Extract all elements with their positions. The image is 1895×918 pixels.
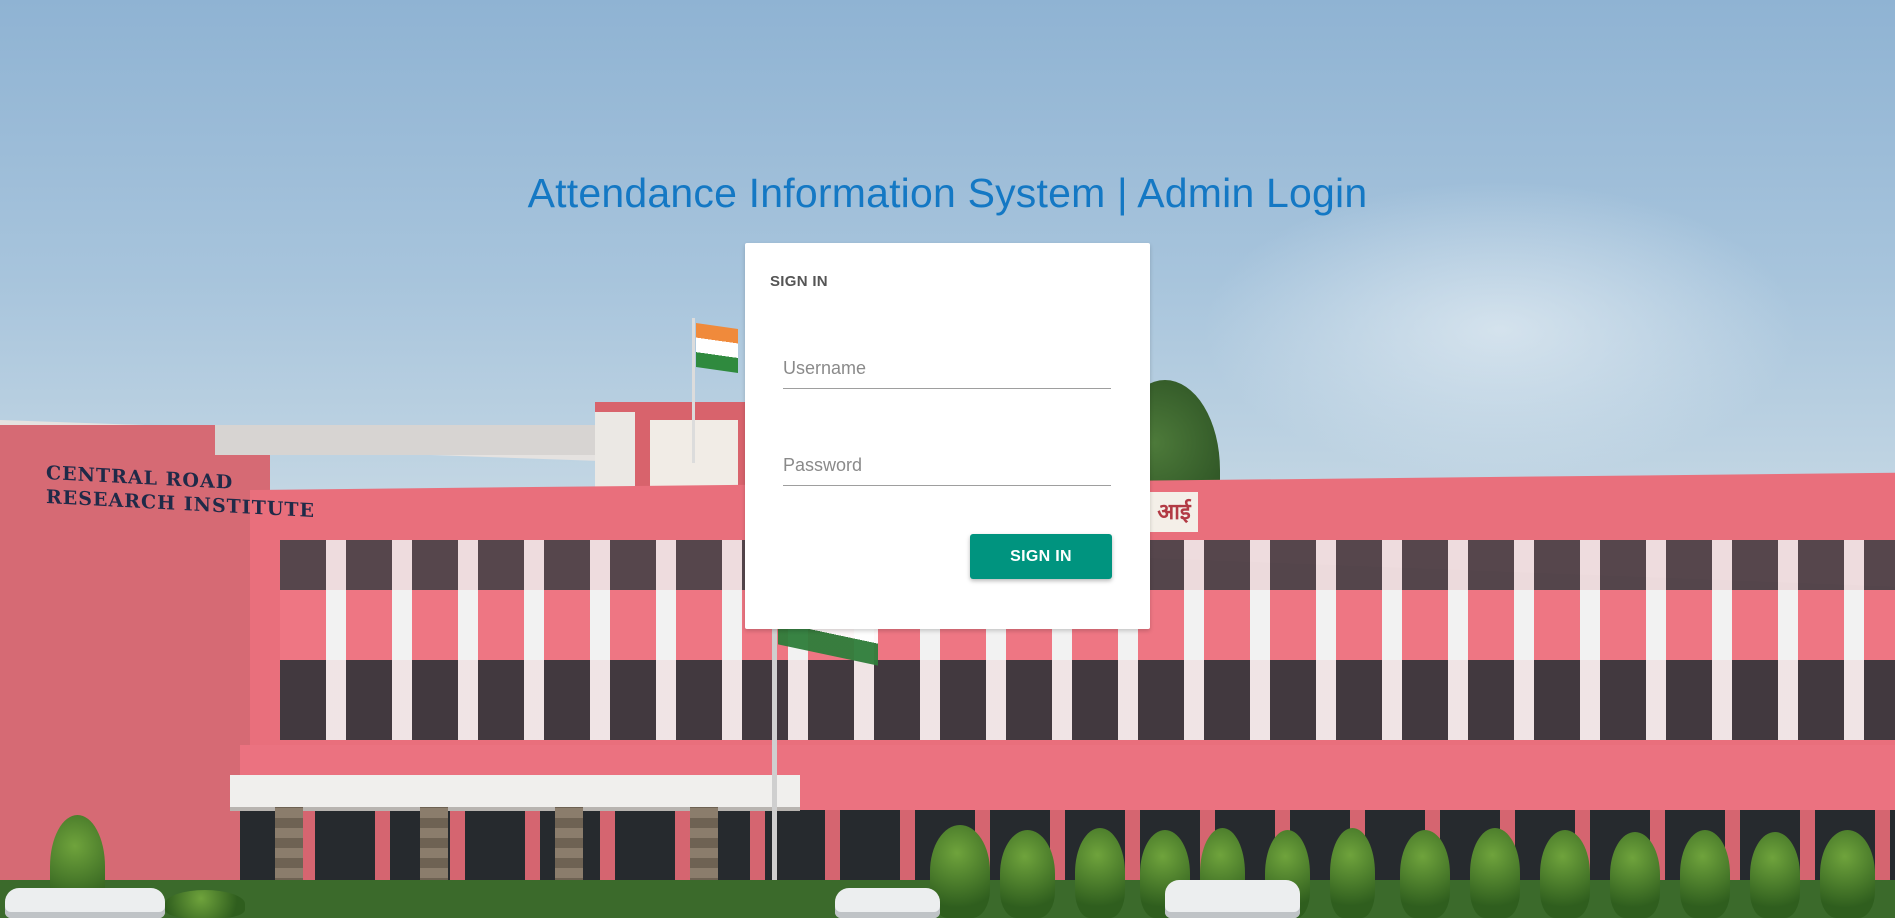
sign-in-button[interactable]: SIGN IN [970,534,1112,579]
login-card: SIGN IN SIGN IN [745,243,1150,629]
username-field[interactable] [783,348,1111,389]
shrub [1680,830,1730,918]
car [5,888,165,918]
car [835,888,940,918]
shrub [1400,830,1450,918]
shrub [1820,830,1875,918]
sky-glow [1200,180,1800,480]
login-card-header: SIGN IN [770,273,828,290]
hindi-sign: आई [1150,492,1198,532]
page-title: Attendance Information System | Admin Lo… [527,170,1368,216]
shrub [1540,830,1590,918]
car [1165,880,1300,918]
shrub [1000,830,1055,918]
building-roof [215,425,595,455]
shrub [1750,832,1800,918]
entrance-canopy [230,775,800,807]
flag-icon [696,323,738,373]
shrub [1610,832,1660,918]
password-field[interactable] [783,445,1111,486]
building-windows-lower [280,660,1895,740]
flagpole [772,610,777,918]
shrub [1470,828,1520,918]
shrub [165,890,245,918]
shrub [1330,828,1375,918]
shrub [1075,828,1125,918]
flagpole [692,318,695,463]
